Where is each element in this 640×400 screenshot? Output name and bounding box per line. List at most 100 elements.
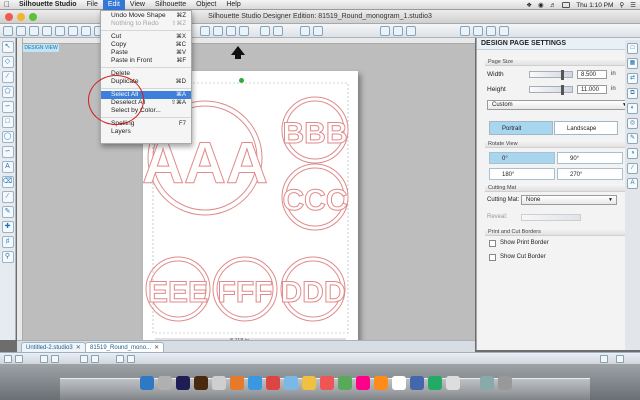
width-slider[interactable]	[529, 70, 573, 80]
rotate-270-button[interactable]: 270°	[557, 168, 623, 180]
volume-icon[interactable]: ♬	[550, 2, 557, 9]
cut-icon[interactable]	[55, 26, 65, 36]
paint-bucket-icon[interactable]: ♯	[1, 236, 14, 248]
minimize-window-icon[interactable]	[17, 13, 25, 21]
pan-icon[interactable]	[239, 26, 249, 36]
silhouette-dock-icon[interactable]	[410, 376, 424, 390]
zoom-in-icon[interactable]	[200, 26, 210, 36]
tab-81519-round-monogram[interactable]: 81519_Round_mono... ✕	[85, 342, 165, 352]
offset-tab-icon[interactable]: ◎	[627, 118, 638, 129]
preview-dock-icon[interactable]	[392, 376, 406, 390]
new-document-icon[interactable]	[3, 26, 13, 36]
text-tool-icon[interactable]: A	[1, 161, 14, 173]
select-tool-icon[interactable]: ↖	[1, 41, 14, 53]
menu-help[interactable]: Help	[221, 0, 245, 10]
close-window-icon[interactable]	[5, 13, 13, 21]
menu-object[interactable]: Object	[191, 0, 221, 10]
line-color-icon[interactable]	[300, 26, 310, 36]
itunes-dock-icon[interactable]	[356, 376, 370, 390]
fill-tab-icon[interactable]: ◑	[627, 148, 638, 159]
illustrator-dock-icon[interactable]	[194, 376, 208, 390]
freehand-tool-icon[interactable]: ∽	[1, 146, 14, 158]
wifi-icon[interactable]: ◉	[538, 1, 544, 9]
menu-item-paste[interactable]: Paste ⌘V	[101, 49, 191, 57]
vlc-dock-icon[interactable]	[374, 376, 388, 390]
replicate-tab-icon[interactable]: ⧉	[627, 88, 638, 99]
cutting-mat-select[interactable]: None ▼	[521, 195, 617, 205]
apple-icon[interactable]: 	[0, 0, 14, 9]
ellipse-tool-icon[interactable]: ◯	[1, 131, 14, 143]
firefox-dock-icon[interactable]	[230, 376, 244, 390]
line-tool-icon[interactable]: ∕	[1, 71, 14, 83]
landscape-button[interactable]: Landscape	[554, 121, 618, 135]
transform-tab-icon[interactable]: ⇄	[627, 73, 638, 84]
height-slider[interactable]	[529, 85, 573, 95]
page-settings-icon[interactable]	[460, 26, 470, 36]
send-to-back-icon[interactable]	[127, 355, 135, 363]
rotate-0-button[interactable]: 0°	[489, 152, 555, 164]
finder-dock-icon[interactable]	[140, 376, 154, 390]
delete-quick-icon[interactable]	[91, 355, 99, 363]
menu-edit[interactable]: Edit	[102, 0, 125, 10]
launchpad-dock-icon[interactable]	[158, 376, 172, 390]
messages-dock-icon[interactable]	[338, 376, 352, 390]
ungroup-icon[interactable]	[273, 26, 283, 36]
notification-icon[interactable]: ☰	[630, 1, 636, 9]
send-to-cutter-icon[interactable]	[499, 26, 509, 36]
notes-dock-icon[interactable]	[302, 376, 316, 390]
calendar-dock-icon[interactable]	[320, 376, 334, 390]
bluetooth-icon[interactable]: ❖	[526, 1, 532, 9]
eraser-tool-icon[interactable]: ⌫	[1, 176, 14, 188]
modify-tab-icon[interactable]: ◐	[627, 103, 638, 114]
show-print-border-checkbox[interactable]	[489, 240, 496, 247]
library-icon[interactable]	[380, 26, 390, 36]
zoom-out-icon[interactable]	[213, 26, 223, 36]
release-compound-icon[interactable]	[51, 355, 59, 363]
polygon-tool-icon[interactable]: ⬠	[1, 86, 14, 98]
show-cut-border-checkbox[interactable]	[489, 254, 496, 261]
close-tab-icon[interactable]: ✕	[76, 345, 81, 351]
curve-tool-icon[interactable]: ∽	[1, 101, 14, 113]
photoshop-dock-icon[interactable]	[176, 376, 190, 390]
trace-tab-icon[interactable]: ✎	[627, 133, 638, 144]
portrait-button[interactable]: Portrait	[489, 121, 553, 135]
open-icon[interactable]	[16, 26, 26, 36]
section-cutting-mat[interactable]: Cutting Mat	[485, 184, 631, 192]
rotate-180-button[interactable]: 180°	[489, 168, 555, 180]
settings-gear-icon[interactable]	[616, 355, 624, 363]
width-slider-knob[interactable]	[561, 70, 564, 80]
zoom-fit-icon[interactable]	[226, 26, 236, 36]
rotate-90-button[interactable]: 90°	[557, 152, 623, 164]
duplicate-quick-icon[interactable]	[80, 355, 88, 363]
crosshair-icon[interactable]: ✚	[1, 221, 14, 233]
height-slider-knob[interactable]	[561, 85, 564, 95]
trash-icon[interactable]	[600, 355, 608, 363]
print-icon[interactable]	[42, 26, 52, 36]
section-print-cut-borders[interactable]: Print and Cut Borders	[485, 228, 631, 236]
app-store-dock-icon[interactable]	[428, 376, 442, 390]
registration-icon[interactable]	[473, 26, 483, 36]
trash-dock-icon[interactable]	[498, 376, 512, 390]
menu-file[interactable]: File	[82, 0, 103, 10]
clock[interactable]: Thu 1:10 PM	[576, 2, 613, 9]
menu-item-paste-in-front[interactable]: Paste in Front ⌘F	[101, 57, 191, 65]
menu-silhouette[interactable]: Silhouette	[150, 0, 191, 10]
menu-item-undo-move-shape[interactable]: Undo Move Shape ⌘Z	[101, 12, 191, 20]
close-tab-icon[interactable]: ✕	[154, 345, 159, 351]
store-icon[interactable]	[393, 26, 403, 36]
safari-dock-icon[interactable]	[248, 376, 262, 390]
battery-icon[interactable]	[562, 2, 571, 8]
compound-path-icon[interactable]	[40, 355, 48, 363]
chrome-dock-icon[interactable]	[266, 376, 280, 390]
mail-dock-icon[interactable]	[284, 376, 298, 390]
spotlight-icon[interactable]: ⚲	[619, 1, 624, 9]
width-input[interactable]: 8.500	[577, 70, 607, 79]
menu-item-cut[interactable]: Cut ⌘X	[101, 33, 191, 41]
line-tab-icon[interactable]: ∕	[627, 163, 638, 174]
pen-tool-icon[interactable]: ✎	[1, 206, 14, 218]
ungroup-quick-icon[interactable]	[15, 355, 23, 363]
save-icon[interactable]	[29, 26, 39, 36]
design-canvas[interactable]: DESIGN VIEW AAA BBB CCC EEE FFF DDD	[17, 38, 475, 351]
paste-icon[interactable]	[81, 26, 91, 36]
system-prefs-dock-icon[interactable]	[212, 376, 226, 390]
